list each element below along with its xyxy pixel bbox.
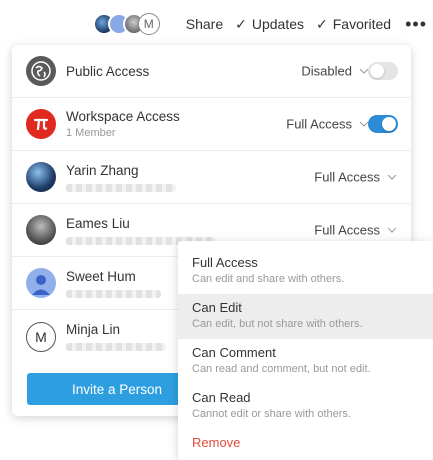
- public-access-toggle[interactable]: [368, 62, 398, 80]
- check-icon: ✓: [235, 15, 247, 32]
- option-description: Can read and comment, but not edit.: [192, 363, 371, 375]
- workspace-access-toggle[interactable]: [368, 115, 398, 133]
- avatar: M: [137, 13, 160, 35]
- permission-dropdown-menu: Full Access Can edit and share with othe…: [178, 241, 433, 460]
- ellipsis-icon[interactable]: •••: [405, 14, 427, 35]
- remove-label: Remove: [192, 435, 241, 450]
- chevron-down-icon: [359, 65, 369, 74]
- user-icon: [26, 268, 56, 298]
- member-row: Yarin Zhang Full Access: [12, 151, 411, 204]
- toggle-knob: [382, 117, 396, 131]
- blurred-email: [66, 343, 166, 351]
- member-name: Sweet Hum: [66, 268, 136, 284]
- updates-button[interactable]: ✓ Updates: [235, 16, 304, 33]
- favorited-label: Favorited: [332, 16, 392, 32]
- favorited-button[interactable]: ✓ Favorited: [316, 16, 391, 33]
- workspace-access-row: Workspace Access 1 Member Full Access: [12, 98, 411, 151]
- permission-select[interactable]: Full Access: [314, 169, 397, 185]
- public-access-row: Public Access Disabled: [12, 45, 411, 98]
- avatar-letter: M: [35, 328, 47, 345]
- chevron-down-icon: [359, 118, 369, 127]
- option-label: Can Edit: [192, 300, 242, 315]
- permission-select[interactable]: Full Access: [286, 116, 369, 132]
- avatar: [26, 162, 56, 192]
- member-name: Eames Liu: [66, 215, 130, 231]
- collaborator-avatars[interactable]: M: [92, 13, 160, 35]
- member-count: 1 Member: [66, 127, 116, 139]
- permission-select[interactable]: Disabled: [301, 63, 369, 79]
- member-name: Yarin Zhang: [66, 162, 139, 178]
- toggle-knob: [370, 64, 384, 78]
- blurred-email: [66, 183, 176, 192]
- globe-icon: [26, 56, 56, 86]
- option-label: Can Read: [192, 390, 251, 405]
- chevron-down-icon: [387, 224, 397, 233]
- row-name: Workspace Access: [66, 109, 180, 124]
- check-icon: ✓: [316, 15, 328, 32]
- share-button[interactable]: Share: [186, 16, 223, 32]
- menu-item-full-access[interactable]: Full Access Can edit and share with othe…: [178, 249, 433, 294]
- blurred-email: [66, 289, 161, 298]
- member-name: Minja Lin: [66, 322, 121, 337]
- option-label: Can Comment: [192, 345, 276, 360]
- updates-label: Updates: [251, 16, 304, 32]
- menu-item-can-read[interactable]: Can Read Cannot edit or share with other…: [178, 384, 433, 429]
- share-label: Share: [185, 16, 224, 32]
- top-toolbar: M Share ✓ Updates ✓ Favorited •••: [0, 0, 433, 48]
- permission-label: Full Access: [286, 116, 352, 132]
- row-name: Public Access: [66, 63, 150, 79]
- option-label: Full Access: [192, 255, 258, 270]
- letter-avatar: M: [26, 321, 56, 352]
- option-description: Can edit, but not share with others.: [192, 318, 363, 330]
- permission-label: Full Access: [314, 222, 380, 238]
- option-description: Cannot edit or share with others.: [192, 408, 351, 420]
- avatar: [26, 215, 56, 245]
- chevron-down-icon: [387, 171, 397, 180]
- menu-item-can-edit[interactable]: Can Edit Can edit, but not share with ot…: [178, 294, 433, 339]
- permission-label: Full Access: [314, 169, 380, 185]
- option-description: Can edit and share with others.: [192, 273, 345, 285]
- permission-label: Disabled: [301, 63, 352, 79]
- menu-item-remove[interactable]: Remove: [178, 429, 433, 460]
- menu-item-can-comment[interactable]: Can Comment Can read and comment, but no…: [178, 339, 433, 384]
- pi-icon: [26, 109, 56, 139]
- permission-select[interactable]: Full Access: [314, 222, 397, 238]
